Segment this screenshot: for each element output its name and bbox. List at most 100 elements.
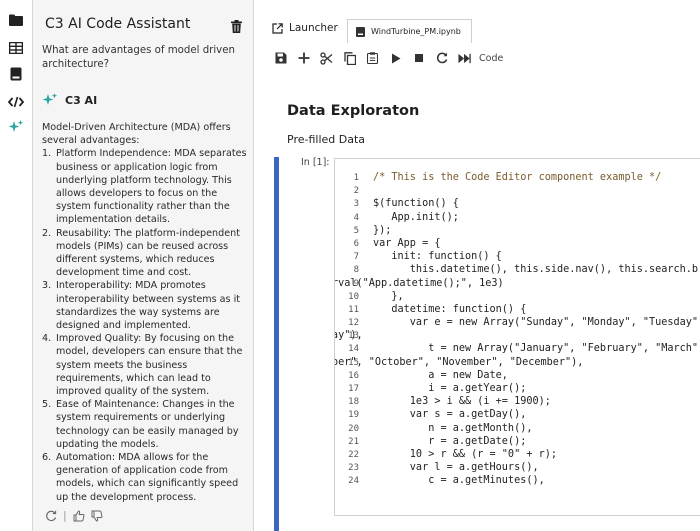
code-line: 3 $(function() { — [335, 197, 700, 210]
notebook-area: Launcher WindTurbine_PM.ipynb Code Data … — [254, 0, 700, 531]
panel-title: C3 AI Code Assistant — [45, 16, 191, 32]
trash-icon[interactable] — [231, 18, 243, 33]
user-question: What are advantages of model driven arch… — [42, 45, 235, 70]
code-line: 18 1e3 > i && (i += 1900); — [335, 395, 700, 408]
answer-point: 6. Automation: MDA allows for the generat… — [42, 451, 252, 504]
tab-notebook[interactable]: WindTurbine_PM.ipynb — [347, 19, 472, 43]
line-text: }, — [373, 290, 404, 302]
answer-point-text: Interoperability: MDA promotes interoper… — [56, 280, 241, 332]
answer-point-number: 3. — [42, 280, 52, 292]
fast-forward-icon[interactable] — [458, 52, 471, 65]
stop-icon[interactable] — [412, 52, 425, 65]
table-icon[interactable] — [8, 40, 24, 56]
code-lines: 1/* This is the Code Editor component ex… — [335, 171, 700, 488]
tab-notebook-label: WindTurbine_PM.ipynb — [371, 27, 461, 36]
line-text: t = new Array("January", "February", "Ma… — [373, 343, 699, 355]
answer-point-text: Reusability: The platform-independent mo… — [56, 227, 240, 279]
thumbs-up-icon[interactable] — [73, 509, 85, 522]
code-line: 6 var App = { — [335, 237, 700, 250]
code-line: 4 App.init(); — [335, 211, 700, 224]
code-line: 14 t = new Array("January", "February", … — [335, 342, 700, 355]
line-text: n = a.getMonth(), — [373, 422, 533, 434]
tab-bar: Launcher WindTurbine_PM.ipynb — [254, 0, 700, 44]
folder-icon[interactable] — [8, 12, 24, 28]
active-cell-indicator — [274, 157, 279, 531]
paste-icon[interactable] — [366, 52, 379, 65]
run-icon[interactable] — [389, 52, 402, 65]
answer-point-text: Platform Independence: MDA separates bus… — [56, 148, 247, 226]
code-line: 13"Saturday"), — [335, 329, 700, 342]
answer-point: 2. Reusability: The platform-independent … — [42, 227, 252, 280]
line-text: 10 > r && (r = "0" + r); — [373, 448, 558, 460]
code-line: 22 10 > r && (r = "0" + r); — [335, 448, 700, 461]
line-text: var l = a.getHours(), — [373, 462, 539, 474]
answer-point-text: Improved Quality: By focusing on the mod… — [56, 333, 243, 398]
book-icon[interactable] — [8, 66, 24, 82]
answer-point: 4. Improved Quality: By focusing on the m… — [42, 332, 252, 398]
line-number: 24 — [348, 476, 359, 487]
code-icon[interactable] — [8, 94, 24, 110]
code-line: 10 }, — [335, 290, 700, 303]
cell-prompt: In [1]: — [301, 157, 330, 168]
sparkle-icon[interactable] — [8, 119, 24, 135]
answer-point-number: 1. — [42, 148, 52, 160]
launch-icon — [272, 22, 283, 34]
line-text: 1e3 > i && (i += 1900); — [373, 396, 551, 408]
code-line: 12 var e = new Array("Sunday", "Monday",… — [335, 316, 700, 329]
code-line: 24 c = a.getMinutes(), — [335, 474, 700, 487]
line-text: "September", "October", "November", "Dec… — [335, 356, 584, 368]
tab-launcher[interactable]: Launcher — [272, 22, 338, 34]
code-line: 7 init: function() { — [335, 250, 700, 263]
responder-name: C3 AI — [65, 93, 98, 107]
line-text: a = new Date, — [373, 369, 508, 381]
code-line: 5}); — [335, 224, 700, 237]
answer-point: 3. Interoperability: MDA promotes interop… — [42, 279, 252, 332]
cut-icon[interactable] — [320, 51, 333, 65]
notebook-icon — [356, 26, 365, 37]
sparkle-icon — [42, 93, 58, 105]
assistant-answer: Model-Driven Architecture (MDA) offers s… — [42, 121, 252, 504]
answer-intro: Model-Driven Architecture (MDA) offers s… — [42, 122, 231, 147]
thumbs-down-icon[interactable] — [91, 510, 103, 522]
tab-launcher-label: Launcher — [289, 22, 338, 34]
code-line: 8 this.datetime(), this.side.nav(), this… — [335, 263, 700, 276]
cell-type-select[interactable]: Code — [479, 53, 503, 64]
refresh-icon[interactable] — [45, 510, 57, 522]
responder-header: C3 AI — [42, 92, 97, 108]
answer-point: 5. Ease of Maintenance: Changes in the sy… — [42, 398, 252, 451]
copy-icon[interactable] — [343, 51, 356, 65]
line-text: $(function() { — [373, 198, 459, 210]
code-line: 21 r = a.getDate(); — [335, 435, 700, 448]
answer-point: 1. Platform Independence: MDA separates b… — [42, 147, 252, 226]
line-text: var e = new Array("Sunday", "Monday", "T… — [373, 317, 699, 329]
code-line: 23 var l = a.getHours(), — [335, 461, 700, 474]
answer-point-number: 6. — [42, 452, 52, 464]
feedback-bar: | — [45, 509, 103, 522]
line-text: /* This is the Code Editor component exa… — [373, 172, 662, 183]
line-text: init: function() { — [373, 251, 502, 263]
code-line: 17 i = a.getYear(); — [335, 382, 700, 395]
answer-point-number: 2. — [42, 227, 52, 239]
answer-list: 1. Platform Independence: MDA separates b… — [42, 147, 252, 503]
answer-point-text: Automation: MDA allows for the generatio… — [56, 452, 239, 503]
line-text: var s = a.getDay(), — [373, 409, 527, 421]
add-cell-icon[interactable] — [297, 52, 310, 65]
line-text: this.datetime(), this.side.nav(), this.s… — [373, 264, 699, 276]
code-line: 1/* This is the Code Editor component ex… — [335, 171, 700, 184]
notebook-subheading: Pre-filled Data — [287, 133, 366, 146]
activity-rail — [0, 0, 33, 531]
answer-point-number: 5. — [42, 399, 52, 411]
code-line: 9setInterval("App.datetime();", 1e3) — [335, 277, 700, 290]
line-text: var App = { — [373, 237, 441, 249]
code-editor[interactable]: 1/* This is the Code Editor component ex… — [334, 158, 700, 516]
line-text: r = a.getDate(); — [373, 435, 527, 447]
restart-icon[interactable] — [435, 52, 448, 65]
answer-point-text: Ease of Maintenance: Changes in the syst… — [56, 399, 239, 450]
code-line: 11 datetime: function() { — [335, 303, 700, 316]
line-text: setInterval("App.datetime();", 1e3) — [334, 277, 504, 289]
line-text: c = a.getMinutes(), — [373, 475, 545, 487]
save-icon[interactable] — [274, 52, 287, 65]
code-line: 16 a = new Date, — [335, 369, 700, 382]
code-line: 20 n = a.getMonth(), — [335, 422, 700, 435]
answer-point-number: 4. — [42, 333, 52, 345]
